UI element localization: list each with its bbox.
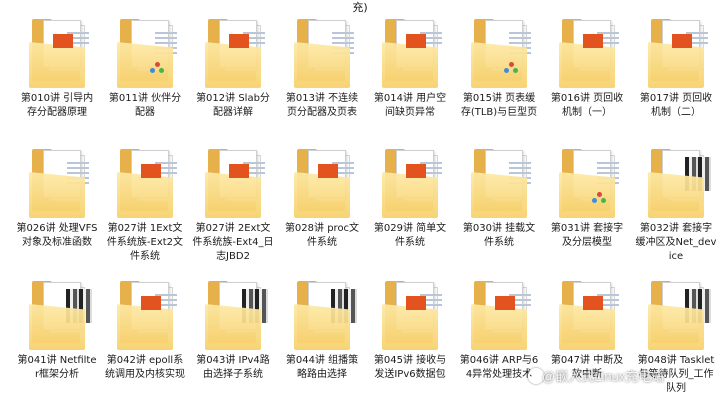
folder-label: 第016讲 页回收机制（一）	[550, 93, 624, 118]
dark-document-folder-icon	[29, 281, 92, 352]
folder-item[interactable]: 第016讲 页回收机制（一）	[546, 19, 628, 156]
dark-document-folder-icon	[648, 281, 711, 352]
folder-label: 第012讲 Slab分配器详解	[196, 93, 270, 118]
folder-item[interactable]: 第012讲 Slab分配器详解	[192, 19, 274, 156]
document-folder-icon	[29, 149, 89, 220]
folder-item[interactable]: 第027讲 2Ext文件系统族-Ext4_日志JBD2	[192, 149, 274, 286]
folder-item[interactable]: 第015讲 页表缓存(TLB)与巨型页	[458, 19, 540, 156]
dark-document-folder-icon	[205, 281, 268, 352]
diagram-folder-icon	[117, 19, 177, 90]
pdf-folder-icon	[294, 149, 354, 220]
folder-label: 第032讲 套接字缓冲区及Net_device	[635, 223, 717, 262]
pdf-folder-icon	[648, 19, 708, 90]
diagram-folder-icon	[559, 149, 619, 220]
pdf-folder-icon	[382, 149, 442, 220]
pdf-folder-icon	[382, 281, 442, 352]
folder-item[interactable]: 第027讲 1Ext文件系统族-Ext2文件系统	[104, 149, 186, 286]
pdf-folder-icon	[29, 19, 89, 90]
folder-item[interactable]: 第026讲 处理VFS对象及标准函数	[16, 149, 98, 286]
watermark-text: @嵌入式Linux充电站	[542, 369, 665, 384]
folder-item[interactable]: 第028讲 proc文件系统	[281, 149, 363, 286]
folder-label: 第026讲 处理VFS对象及标准函数	[16, 223, 98, 248]
folder-label: 第045讲 接收与发送IPv6数据包	[373, 355, 447, 380]
folder-label: 第014讲 用户空间缺页异常	[373, 93, 447, 118]
folder-item[interactable]: 第031讲 套接字及分层模型	[546, 149, 628, 286]
truncated-label-fragment: 充)	[352, 1, 368, 14]
folder-item[interactable]: 第014讲 用户空间缺页异常	[369, 19, 451, 156]
folder-label: 第027讲 1Ext文件系统族-Ext2文件系统	[106, 223, 184, 262]
folder-label: 第042讲 epoll系统调用及内核实现	[105, 355, 185, 380]
folder-item[interactable]: 第030讲 挂载文件系统	[458, 149, 540, 286]
folder-label: 第044讲 组播策略路由选择	[285, 355, 359, 380]
folder-item[interactable]: 第042讲 epoll系统调用及内核实现	[104, 281, 186, 418]
folder-label: 第028讲 proc文件系统	[284, 223, 360, 248]
pdf-folder-icon	[117, 281, 177, 352]
folder-item[interactable]: 第010讲 引导内存分配器原理	[16, 19, 98, 156]
folder-label: 第010讲 引导内存分配器原理	[20, 93, 94, 118]
pdf-folder-icon	[205, 149, 265, 220]
folder-label: 第041讲 Netfilter框架分析	[17, 355, 97, 380]
folder-item[interactable]: 第029讲 简单文件系统	[369, 149, 451, 286]
document-folder-icon	[294, 19, 354, 90]
folder-item[interactable]: 第041讲 Netfilter框架分析	[16, 281, 98, 418]
pdf-folder-icon	[117, 149, 177, 220]
pdf-folder-icon	[471, 281, 531, 352]
folder-item[interactable]: 第046讲 ARP与64异常处理技术	[458, 281, 540, 418]
dark-document-folder-icon	[294, 281, 357, 352]
folder-item[interactable]: 第017讲 页回收机制（二）	[635, 19, 717, 156]
folder-item[interactable]: 第032讲 套接字缓冲区及Net_device	[635, 149, 717, 286]
folder-item[interactable]: 第011讲 伙伴分配器	[104, 19, 186, 156]
folder-label: 第015讲 页表缓存(TLB)与巨型页	[460, 93, 538, 118]
folder-label: 第011讲 伙伴分配器	[108, 93, 182, 118]
folder-label: 第043讲 IPv4路由选择子系统	[196, 355, 270, 380]
document-folder-icon	[471, 149, 531, 220]
pdf-folder-icon	[559, 19, 619, 90]
dark-document-folder-icon	[648, 149, 711, 220]
folder-label: 第017讲 页回收机制（二）	[639, 93, 713, 118]
folder-label: 第031讲 套接字及分层模型	[550, 223, 624, 248]
folder-item[interactable]: 第044讲 组播策略路由选择	[281, 281, 363, 418]
folder-label: 第029讲 简单文件系统	[373, 223, 447, 248]
folder-label: 第013讲 不连续页分配器及页表	[285, 93, 359, 118]
folder-item[interactable]: 第048讲 Tasklet与等待队列_工作队列	[635, 281, 717, 418]
folder-label: 第027讲 2Ext文件系统族-Ext4_日志JBD2	[192, 223, 274, 262]
pdf-folder-icon	[559, 281, 619, 352]
folder-item[interactable]: 第043讲 IPv4路由选择子系统	[192, 281, 274, 418]
diagram-folder-icon	[471, 19, 531, 90]
folder-label: 第030讲 挂载文件系统	[462, 223, 536, 248]
folder-item[interactable]: 第013讲 不连续页分配器及页表	[281, 19, 363, 156]
folder-item[interactable]: 第047讲 中断及软中断	[546, 281, 628, 418]
pdf-folder-icon	[382, 19, 442, 90]
pdf-folder-icon	[205, 19, 265, 90]
folder-item[interactable]: 第045讲 接收与发送IPv6数据包	[369, 281, 451, 418]
